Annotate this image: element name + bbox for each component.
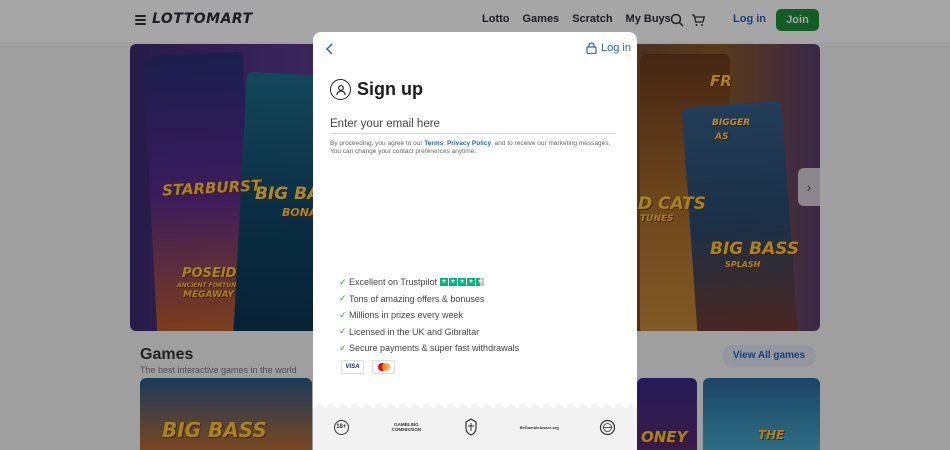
zigzag-divider — [313, 403, 637, 409]
benefit-label: Licensed in the UK and Gibraltar — [349, 326, 480, 337]
age-18-icon: 18+ — [333, 419, 349, 435]
list-item: ✓ Secure payments & super fast withdrawa… — [339, 340, 519, 357]
back-button[interactable] — [325, 42, 339, 58]
list-item: ✓ Tons of amazing offers & bonuses — [339, 291, 519, 308]
benefit-label: Excellent on Trustpilot — [349, 277, 438, 288]
list-item: ✓ Excellent on Trustpilot ★ ★ ★ ★ ★ — [339, 274, 519, 291]
consent-text: By proceeding, you agree to our Terms, P… — [330, 140, 622, 156]
gambling-commission-logo[interactable]: GAMBLING COMMISSION — [390, 422, 422, 432]
visa-icon: VISA — [341, 360, 364, 374]
consent-prefix: By proceeding, you agree to our — [330, 140, 425, 147]
regulator-logos: 18+ GAMBLING COMMISSION BeGambleAware.or… — [313, 418, 637, 436]
crest-icon — [465, 418, 477, 436]
benefits-list: ✓ Excellent on Trustpilot ★ ★ ★ ★ ★ ✓ Tons o… — [339, 274, 519, 357]
trustpilot-stars-icon: ★ ★ ★ ★ ★ — [440, 278, 485, 287]
check-icon: ✓ — [339, 326, 347, 337]
check-icon: ✓ — [339, 342, 347, 353]
email-field[interactable] — [330, 114, 616, 134]
lock-icon — [586, 42, 597, 54]
terms-link[interactable]: Terms — [424, 140, 443, 147]
list-item: ✓ Millions in prizes every week — [339, 307, 519, 324]
check-icon: ✓ — [339, 293, 347, 304]
begambleaware-logo[interactable]: BeGambleAware.org — [520, 425, 559, 430]
list-item: ✓ Licensed in the UK and Gibraltar — [339, 324, 519, 341]
regulator-footer: 18+ GAMBLING COMMISSION BeGambleAware.or… — [313, 403, 637, 450]
benefit-label: Secure payments & super fast withdrawals — [349, 343, 520, 354]
benefit-label: Tons of amazing offers & bonuses — [349, 293, 485, 304]
page-title: Sign up — [357, 79, 423, 99]
mastercard-icon — [372, 360, 395, 374]
modal-login-link[interactable]: Log in — [586, 42, 631, 54]
check-icon: ✓ — [339, 309, 347, 320]
payment-methods: VISA — [341, 360, 395, 374]
user-icon — [330, 79, 351, 100]
check-icon: ✓ — [339, 276, 347, 287]
signup-modal: Log in Sign up By proceeding, you agree … — [313, 32, 637, 450]
benefit-label: Millions in prizes every week — [349, 310, 464, 321]
modal-login-label: Log in — [601, 42, 631, 54]
chevron-left-icon — [325, 43, 333, 55]
signup-title-row: Sign up — [330, 79, 423, 100]
seal-icon — [600, 419, 616, 435]
privacy-policy-link[interactable]: Privacy Policy — [447, 140, 491, 147]
